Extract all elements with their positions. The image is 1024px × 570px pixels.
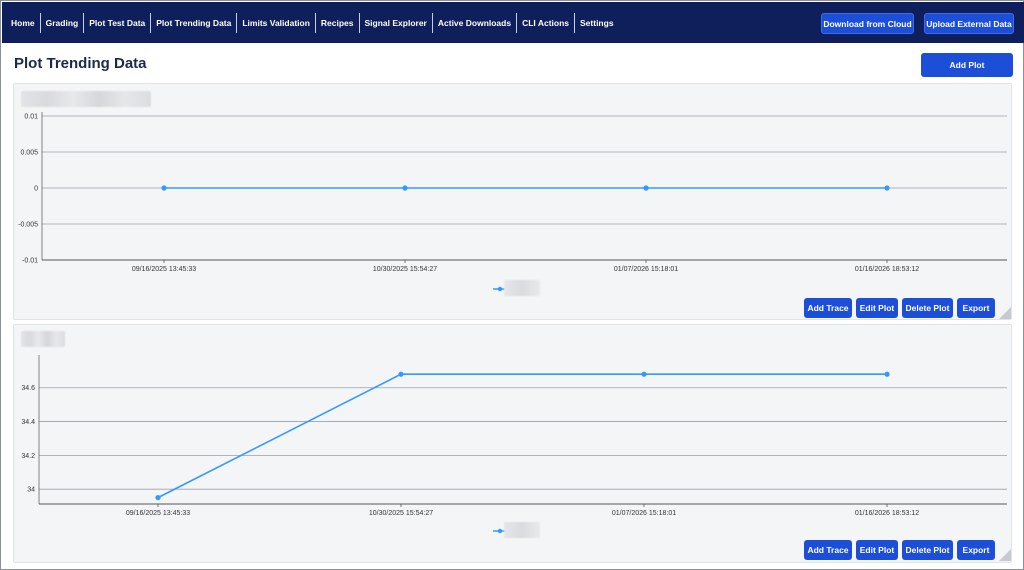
- upload-external-data-button[interactable]: Upload External Data: [924, 13, 1014, 34]
- nav-item-cli-actions[interactable]: CLI Actions: [517, 12, 576, 33]
- plot-panel-2: 34.6 34.4 34.2 34 09/16/2025 13:45:33 10/30/2…: [13, 324, 1012, 563]
- x-tick-label: 09/16/2025 13:45:33: [132, 266, 196, 273]
- add-trace-button[interactable]: Add Trace: [804, 540, 852, 560]
- series-line: [157, 373, 887, 499]
- y-tick-label: 34: [27, 487, 35, 494]
- data-point: [402, 185, 408, 191]
- nav-item-grading[interactable]: Grading: [41, 12, 85, 33]
- data-point: [398, 371, 404, 377]
- plot-panel-1: 0.01 0.005 0 -0.005 -0.01 09/16/2025 13:45:33…: [13, 83, 1012, 320]
- y-tick-label: -0.005: [18, 222, 38, 229]
- resize-handle-icon[interactable]: [999, 549, 1011, 561]
- x-tick-label: 01/07/2026 15:18:01: [614, 266, 678, 273]
- x-tick-label: 01/16/2026 18:53:12: [855, 510, 919, 517]
- x-tick-label: 09/16/2025 13:45:33: [126, 510, 190, 517]
- nav-item-active-downloads[interactable]: Active Downloads: [433, 12, 518, 33]
- edit-plot-button[interactable]: Edit Plot: [856, 298, 898, 318]
- resize-handle-icon[interactable]: [999, 307, 1011, 319]
- x-tick-label: 10/30/2025 15:54:27: [373, 266, 437, 273]
- delete-plot-button[interactable]: Delete Plot: [902, 298, 953, 318]
- data-point: [641, 371, 647, 377]
- data-point: [884, 371, 890, 377]
- x-tick-label: 10/30/2025 15:54:27: [369, 510, 433, 517]
- y-tick-label: -0.01: [22, 258, 38, 265]
- export-button[interactable]: Export: [957, 540, 995, 560]
- data-point: [884, 185, 890, 191]
- y-tick-label: 0.005: [20, 150, 38, 157]
- trend-chart-2[interactable]: 34.6 34.4 34.2 34 09/16/2025 13:45:33 10/30/2…: [14, 325, 1013, 535]
- y-tick-label: 0.01: [24, 114, 38, 121]
- nav-item-plot-trending-data[interactable]: Plot Trending Data: [151, 12, 238, 33]
- nav-item-settings[interactable]: Settings: [575, 13, 619, 33]
- legend-label-redacted: [504, 522, 540, 538]
- export-button[interactable]: Export: [957, 298, 995, 318]
- edit-plot-button[interactable]: Edit Plot: [856, 540, 898, 560]
- nav-item-recipes[interactable]: Recipes: [316, 12, 360, 33]
- y-tick-label: 34.4: [21, 419, 35, 426]
- nav-item-limits-validation[interactable]: Limits Validation: [237, 12, 316, 33]
- trend-chart-1[interactable]: 0.01 0.005 0 -0.005 -0.01 09/16/2025 13:45:33…: [14, 84, 1013, 294]
- top-navbar: Home Grading Plot Test Data Plot Trendin…: [2, 2, 1024, 43]
- app-window: Home Grading Plot Test Data Plot Trendin…: [0, 0, 1024, 570]
- nav-item-signal-explorer[interactable]: Signal Explorer: [360, 12, 433, 33]
- add-plot-button[interactable]: Add Plot: [921, 53, 1013, 77]
- nav-item-plot-test-data[interactable]: Plot Test Data: [84, 12, 152, 33]
- data-point: [161, 185, 167, 191]
- y-tick-label: 0: [34, 186, 38, 193]
- data-point: [155, 495, 161, 501]
- x-tick-label: 01/16/2026 18:53:12: [855, 266, 919, 273]
- y-tick-label: 34.6: [21, 385, 35, 392]
- delete-plot-button[interactable]: Delete Plot: [902, 540, 953, 560]
- nav-item-home[interactable]: Home: [6, 12, 41, 33]
- download-from-cloud-button[interactable]: Download from Cloud: [821, 13, 914, 34]
- legend-label-redacted: [504, 280, 540, 296]
- x-tick-label: 01/07/2026 15:18:01: [612, 510, 676, 517]
- page-title: Plot Trending Data: [14, 55, 147, 72]
- data-point: [643, 185, 649, 191]
- add-trace-button[interactable]: Add Trace: [804, 298, 852, 318]
- y-tick-label: 34.2: [21, 453, 35, 460]
- nav-menu: Home Grading Plot Test Data Plot Trendin…: [2, 12, 619, 33]
